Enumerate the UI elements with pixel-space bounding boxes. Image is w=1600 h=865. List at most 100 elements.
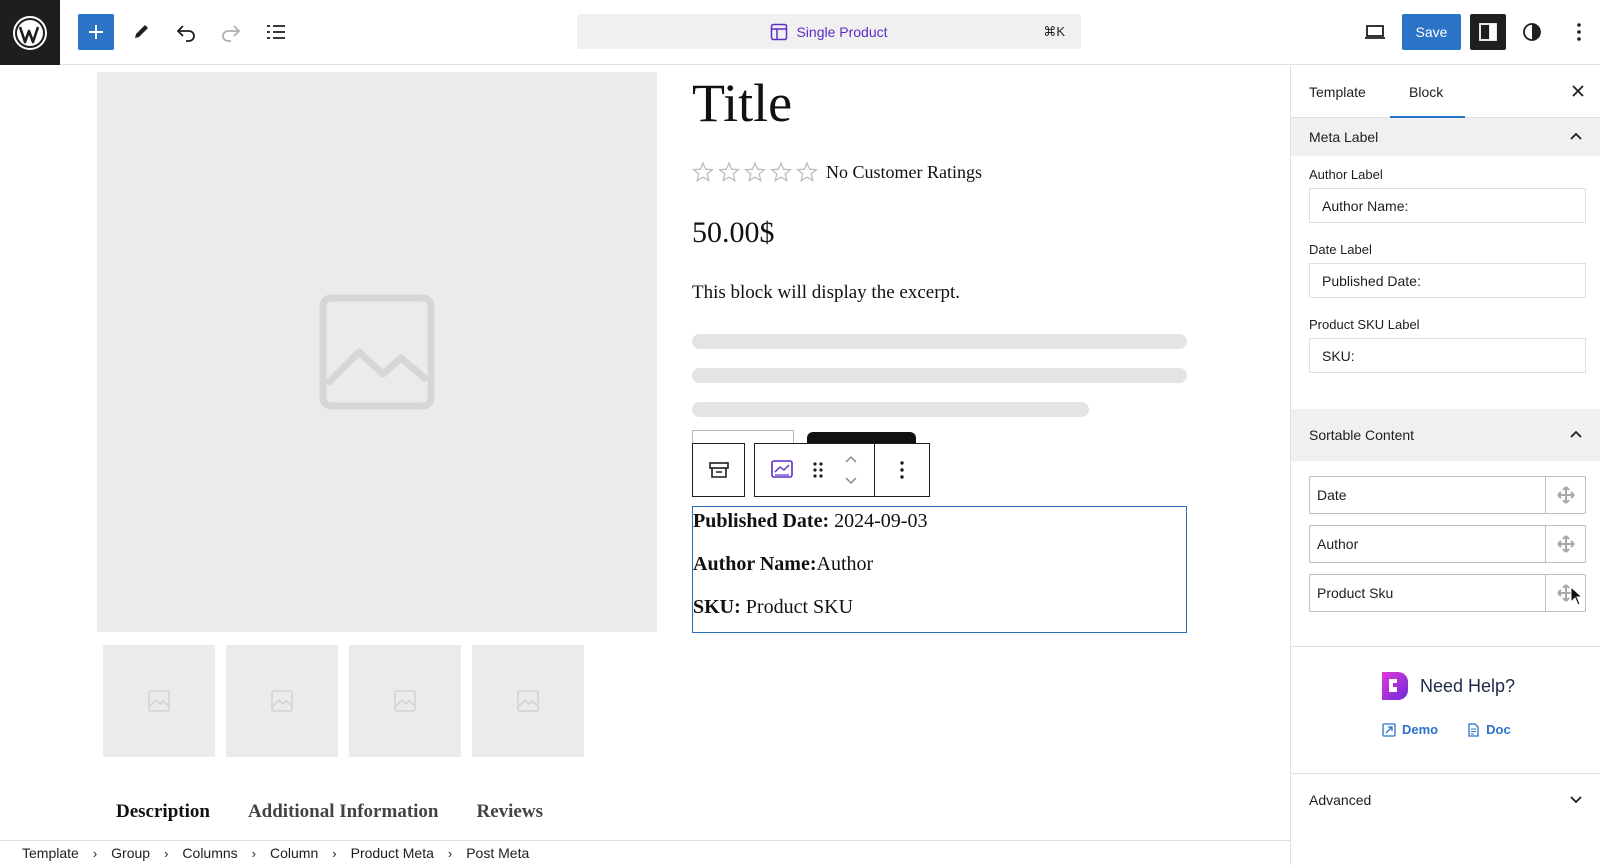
sortable-item-author[interactable]: Author xyxy=(1309,525,1586,563)
tools-pencil-icon[interactable] xyxy=(123,14,159,50)
rating-text: No Customer Ratings xyxy=(826,161,982,182)
demo-link-label: Demo xyxy=(1402,722,1439,737)
editor-header: Single Product ⌘K Save xyxy=(0,0,1600,65)
tab-description[interactable]: Description xyxy=(116,801,210,823)
shortcut-hint: ⌘K xyxy=(1043,24,1065,39)
post-meta-block[interactable]: Published Date: 2024-09-03 Author Name:A… xyxy=(692,506,1187,633)
command-palette-bar[interactable]: Single Product ⌘K xyxy=(577,14,1081,49)
panel-divider xyxy=(1291,646,1600,647)
move-up-down-icon[interactable] xyxy=(843,453,859,487)
sku-label-input[interactable]: SKU: xyxy=(1309,338,1586,373)
tab-block[interactable]: Block xyxy=(1409,84,1443,100)
panel-advanced-header[interactable]: Advanced xyxy=(1291,773,1600,825)
doc-link-label: Doc xyxy=(1486,722,1511,737)
doc-link[interactable]: Doc xyxy=(1466,722,1511,737)
settings-sidebar-toggle-icon[interactable] xyxy=(1470,14,1506,50)
block-breadcrumb: Template › Group › Columns › Column › Produc… xyxy=(0,840,1290,865)
panel-meta-label-header[interactable]: Meta Label xyxy=(1291,118,1600,156)
save-button[interactable]: Save xyxy=(1402,14,1461,50)
move-handle-icon[interactable] xyxy=(1545,477,1585,513)
view-desktop-icon[interactable] xyxy=(1357,14,1393,50)
product-tabs: Description Additional Information Revie… xyxy=(116,801,543,823)
meta-author-value: Author xyxy=(816,553,874,575)
block-options-button[interactable] xyxy=(875,443,930,497)
product-price[interactable]: 50.00$ xyxy=(692,216,775,250)
template-icon xyxy=(771,23,788,40)
document-icon xyxy=(1468,722,1479,737)
document-overview-icon[interactable] xyxy=(258,14,294,50)
image-placeholder-icon xyxy=(517,690,539,712)
block-toolbar xyxy=(692,443,930,497)
star-icon xyxy=(692,161,714,182)
sortable-item-label: Product Sku xyxy=(1317,585,1394,601)
breadcrumb-item[interactable]: Column xyxy=(270,845,318,861)
panel-title: Advanced xyxy=(1309,791,1372,808)
product-title[interactable]: Title xyxy=(692,72,792,134)
parent-block-button[interactable] xyxy=(692,443,745,497)
mouse-cursor-icon xyxy=(1570,586,1582,606)
styles-contrast-icon[interactable] xyxy=(1514,14,1550,50)
product-main-image[interactable] xyxy=(97,72,657,632)
document-title: Single Product xyxy=(796,23,888,40)
product-rating[interactable]: No Customer Ratings xyxy=(692,161,982,183)
image-placeholder-icon xyxy=(271,690,293,712)
breadcrumb-item[interactable]: Group xyxy=(111,845,150,861)
demo-link[interactable]: Demo xyxy=(1382,722,1438,737)
product-thumbnail[interactable] xyxy=(349,645,461,757)
plugin-logo-icon xyxy=(1382,672,1408,700)
breadcrumb-item[interactable]: Template xyxy=(22,845,79,861)
sortable-item-date[interactable]: Date xyxy=(1309,476,1586,514)
star-icon xyxy=(744,161,766,182)
tab-template[interactable]: Template xyxy=(1309,84,1366,100)
chevron-up-icon xyxy=(1570,430,1582,438)
chevron-right-icon: › xyxy=(92,845,98,861)
meta-date-label: Published Date: xyxy=(693,510,830,532)
wordpress-logo-icon[interactable] xyxy=(0,0,60,65)
undo-icon[interactable] xyxy=(168,14,204,50)
sortable-item-label: Author xyxy=(1317,536,1359,552)
date-label-input[interactable]: Published Date: xyxy=(1309,263,1586,298)
tab-additional-information[interactable]: Additional Information xyxy=(248,801,439,823)
move-handle-icon[interactable] xyxy=(1545,526,1585,562)
panel-title: Meta Label xyxy=(1309,129,1379,145)
breadcrumb-item[interactable]: Post Meta xyxy=(466,845,529,861)
sortable-item-label: Date xyxy=(1317,487,1347,503)
close-icon[interactable] xyxy=(1571,84,1585,98)
demo-icon xyxy=(1382,722,1396,737)
product-thumbnail[interactable] xyxy=(226,645,338,757)
chevron-up-icon xyxy=(1570,132,1582,140)
more-options-icon[interactable] xyxy=(1561,14,1597,50)
panel-title: Sortable Content xyxy=(1309,427,1415,443)
author-label-caption: Author Label xyxy=(1309,167,1383,182)
breadcrumb-item[interactable]: Columns xyxy=(182,845,237,861)
meta-date-line: Published Date: 2024-09-03 xyxy=(693,510,927,533)
author-label-input[interactable]: Author Name: xyxy=(1309,188,1586,223)
chevron-right-icon: › xyxy=(164,845,169,861)
sortable-item-product-sku[interactable]: Product Sku xyxy=(1309,574,1586,612)
product-thumbnail[interactable] xyxy=(103,645,215,757)
chevron-down-icon xyxy=(1570,796,1582,804)
settings-sidebar: Template Block Meta Label Author Label A… xyxy=(1290,66,1600,865)
meta-author-label: Author Name: xyxy=(693,553,817,575)
chevron-right-icon: › xyxy=(447,845,453,861)
breadcrumb-item[interactable]: Product Meta xyxy=(351,845,434,861)
add-block-button[interactable] xyxy=(78,14,114,50)
sidebar-tabs: Template Block xyxy=(1291,66,1600,118)
panel-sortable-content-header[interactable]: Sortable Content xyxy=(1291,409,1600,461)
star-icon xyxy=(718,161,740,182)
redo-icon[interactable] xyxy=(213,14,249,50)
tab-reviews[interactable]: Reviews xyxy=(477,801,543,823)
image-placeholder-icon xyxy=(319,294,435,410)
meta-sku-value: Product SKU xyxy=(740,596,854,618)
star-icon xyxy=(770,161,792,182)
image-placeholder-icon xyxy=(394,690,416,712)
meta-date-value: 2024-09-03 xyxy=(829,510,928,532)
chevron-right-icon: › xyxy=(251,845,257,861)
product-excerpt[interactable]: This block will display the excerpt. xyxy=(692,282,960,304)
drag-handle-icon[interactable] xyxy=(812,460,824,480)
star-icon xyxy=(796,161,818,182)
product-thumbnail[interactable] xyxy=(472,645,584,757)
post-meta-block-icon[interactable] xyxy=(770,459,794,481)
skeleton-line xyxy=(692,402,1089,417)
meta-sku-label: SKU: xyxy=(693,596,741,618)
